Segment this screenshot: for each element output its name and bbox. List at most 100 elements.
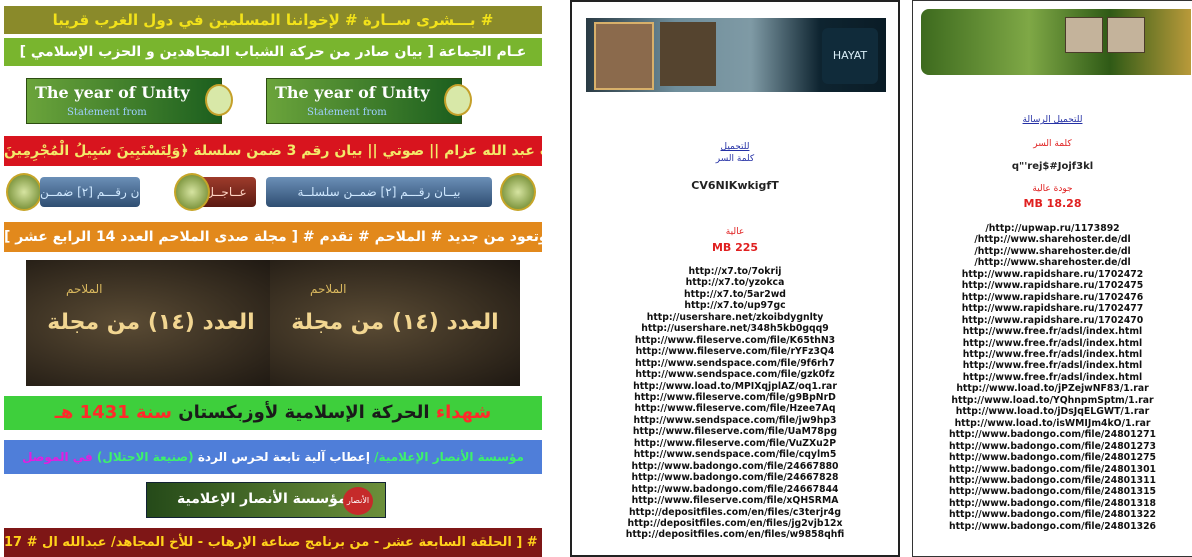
mirror-link[interactable]: http://www.rapidshare.ru/1702475 <box>913 280 1192 291</box>
mirror-link[interactable]: http://www.badongo.com/file/24801301 <box>913 464 1192 475</box>
azzam-statement-banner[interactable]: كتائب عبد الله عزام || صوتي || بيان رقم … <box>4 136 542 166</box>
mirror-link[interactable]: http://www.free.fr/adsl/index.html <box>913 372 1192 383</box>
banner-text: سنة 1431 هـ <box>54 402 172 423</box>
photo-thumbnail <box>660 22 716 86</box>
emblem-icon <box>174 173 210 211</box>
quality-label: عالية <box>725 227 745 237</box>
mirror-link[interactable]: http://depositfiles.com/en/files/w9858qh… <box>572 529 898 540</box>
mirror-link[interactable]: http://www.free.fr/adsl/index.html <box>913 338 1192 349</box>
mirror-link[interactable]: http://www.badongo.com/file/24667880 <box>572 461 898 472</box>
mirror-link[interactable]: /http://www.sharehoster.de/dl <box>913 246 1192 257</box>
martyrs-banner[interactable]: شهداء الحركة الإسلامية لأوزبكستان سنة 14… <box>4 396 542 430</box>
mirror-link[interactable]: http://www.badongo.com/file/24801271 <box>913 429 1192 440</box>
mirror-link[interactable]: http://x7.to/7okrij <box>572 266 898 277</box>
mirror-link[interactable]: http://www.fileserve.com/file/UaM78pg <box>572 426 898 437</box>
mirror-link[interactable]: http://www.fileserve.com/file/VuZXu2P <box>572 438 898 449</box>
banner-text: الحركة الإسلامية لأوزبكستان <box>178 402 430 423</box>
series-pill-right[interactable]: بيــان رقـــم [٢] ضمــن سلسلــة <box>266 177 492 207</box>
mirror-link[interactable]: http://www.free.fr/adsl/index.html <box>913 326 1192 337</box>
mirror-link[interactable]: http://www.fileserve.com/file/Hzee7Aq <box>572 403 898 414</box>
mirror-link[interactable]: /http://www.sharehoster.de/dl <box>913 234 1192 245</box>
magazine-cover-image[interactable]: الملاحم العدد (١٤) من مجلة <box>26 260 276 386</box>
banner-text: بـــشرى ســارة # لإخواننا المسلمين في دو… <box>52 11 494 29</box>
magazine-issue-text: العدد (١٤) من مجلة <box>291 310 499 335</box>
password-value: q"'rej$#Jojf3kl <box>1011 161 1094 172</box>
mirror-link[interactable]: http://www.load.to/YQhnpmSptm/1.rar <box>913 395 1192 406</box>
mirror-link[interactable]: http://www.badongo.com/file/24801311 <box>913 475 1192 486</box>
mirror-link[interactable]: http://www.free.fr/adsl/index.html <box>913 349 1192 360</box>
mirror-link[interactable]: /http://upwap.ru/1173892 <box>913 223 1192 234</box>
mirror-link[interactable]: http://x7.to/yzokca <box>572 277 898 288</box>
mirror-link[interactable]: http://www.load.to/jPZejwNF83/1.rar <box>913 383 1192 394</box>
banner-text: إعطاب آلية تابعة لحرس الردة <box>197 450 370 464</box>
photo-thumbnail <box>1107 17 1145 53</box>
password-label: كلمة السر <box>715 154 755 164</box>
file-size: MB 225 <box>711 241 759 254</box>
mirror-link[interactable]: http://www.rapidshare.ru/1702470 <box>913 315 1192 326</box>
mirror-link[interactable]: http://usershare.net/zkoibdygnlty <box>572 312 898 323</box>
mirror-link[interactable]: http://www.fileserve.com/file/rYFz3Q4 <box>572 346 898 357</box>
download-page-2: للتحميل الرسالة كلمة السر q"'rej$#Jojf3k… <box>912 0 1192 557</box>
magazine-banner[interactable]: وتعود من جديد # الملاحم # تقدم # [ مجلة … <box>4 222 542 252</box>
unity-subtitle: Statement from <box>307 107 387 118</box>
download-link[interactable]: للتحميل <box>572 142 898 152</box>
mirror-link[interactable]: http://www.badongo.com/file/24801326 <box>913 521 1192 532</box>
mirror-link[interactable]: http://www.badongo.com/file/24801275 <box>913 452 1192 463</box>
mirror-link-list: http://x7.to/7okrij http://x7.to/yzokca ht… <box>572 266 898 541</box>
banner-text: (صنيعة الاحتلال) <box>96 450 194 464</box>
unity-statement-image[interactable]: The year of Unity Statement from <box>26 78 222 124</box>
mirror-link[interactable]: http://www.load.to/isWMIJm4kO/1.rar <box>913 418 1192 429</box>
mirror-link[interactable]: http://www.fileserve.com/file/K65thN3 <box>572 335 898 346</box>
photo-thumbnail <box>1065 17 1103 53</box>
mirror-link[interactable]: http://www.fileserve.com/file/xQHSRMA <box>572 495 898 506</box>
unity-statement-image[interactable]: The year of Unity Statement from <box>266 78 462 124</box>
mirror-link[interactable]: /http://www.sharehoster.de/dl <box>913 257 1192 268</box>
mirror-link[interactable]: http://www.sendspace.com/file/gzk0fz <box>572 369 898 380</box>
mirror-link[interactable]: http://www.rapidshare.ru/1702472 <box>913 269 1192 280</box>
mirror-link[interactable]: http://www.badongo.com/file/24667844 <box>572 484 898 495</box>
mirror-link[interactable]: http://www.badongo.com/file/24667828 <box>572 472 898 483</box>
seal-logo: HAYAT <box>822 28 878 84</box>
unity-year-banner[interactable]: عـام الجماعة [ بيان صادر من حركة الشباب … <box>4 38 542 66</box>
fajr-banner[interactable]: 17 # الفجر # يقدم # [ الحلقة السابعة عشر… <box>4 528 542 557</box>
mirror-link[interactable]: http://www.badongo.com/file/24801322 <box>913 509 1192 520</box>
mirror-link[interactable]: http://www.sendspace.com/file/jw9hp3 <box>572 415 898 426</box>
photo-thumbnail <box>594 22 654 90</box>
mirror-link[interactable]: http://www.badongo.com/file/24801273 <box>913 441 1192 452</box>
magazine-issue-text: العدد (١٤) من مجلة <box>47 310 255 335</box>
download-page-1: HAYAT للتحميل كلمة السر CV6NIKwkigfT عال… <box>570 0 900 557</box>
mirror-link[interactable]: http://www.fileserve.com/file/g9BpNrD <box>572 392 898 403</box>
mirror-link[interactable]: http://www.sendspace.com/file/cqylm5 <box>572 449 898 460</box>
mirror-link-list: /http://upwap.ru/1173892/http://www.shar… <box>913 223 1192 532</box>
forum-banner-panel: بـــشرى ســارة # لإخواننا المسلمين في دو… <box>0 0 546 557</box>
quality-label: جودة عالية <box>1032 184 1073 194</box>
mirror-link[interactable]: http://x7.to/5ar2wd <box>572 289 898 300</box>
mirror-link[interactable]: http://usershare.net/348h5kb0gqq9 <box>572 323 898 334</box>
good-news-banner[interactable]: بـــشرى ســارة # لإخواننا المسلمين في دو… <box>4 6 542 34</box>
emblem-icon <box>205 84 233 116</box>
mirror-link[interactable]: http://depositfiles.com/en/files/c3terjr… <box>572 507 898 518</box>
ansar-media-logo[interactable]: مؤسسة الأنصار الإعلامية الأنصار <box>146 482 386 518</box>
mirror-link[interactable]: http://www.sendspace.com/file/9f6rh7 <box>572 358 898 369</box>
password-label: كلمة السر <box>1033 139 1072 149</box>
mirror-link[interactable]: http://x7.to/up97gc <box>572 300 898 311</box>
mirror-link[interactable]: http://www.rapidshare.ru/1702477 <box>913 303 1192 314</box>
series-pill-left[interactable]: بيــان رقـــم [٢] ضمــن <box>40 177 140 207</box>
mirror-link[interactable]: http://www.rapidshare.ru/1702476 <box>913 292 1192 303</box>
unity-title: The year of Unity <box>275 83 430 102</box>
banner-text: وتعود من جديد # الملاحم # تقدم # [ مجلة … <box>4 229 542 245</box>
mirror-link[interactable]: http://www.free.fr/adsl/index.html <box>913 360 1192 371</box>
ansar-media-banner[interactable]: مؤسسة الأنصار الإعلامية/ إعطاب آلية تابع… <box>4 440 542 474</box>
mirror-link[interactable]: http://www.load.to/jDsJqELGWT/1.rar <box>913 406 1192 417</box>
banner-text: عـام الجماعة [ بيان صادر من حركة الشباب … <box>19 44 527 60</box>
download-link[interactable]: للتحميل الرسالة <box>913 115 1192 125</box>
mirror-link[interactable]: http://www.badongo.com/file/24801315 <box>913 486 1192 497</box>
mirror-link[interactable]: http://www.load.to/MPIXqjplAZ/oq1.rar <box>572 381 898 392</box>
banner-text: 17 # الفجر # يقدم # [ الحلقة السابعة عشر… <box>4 535 542 550</box>
banner-text: في الموصل <box>22 450 93 464</box>
mirror-link[interactable]: http://www.badongo.com/file/24801318 <box>913 498 1192 509</box>
magazine-cover-image[interactable]: الملاحم العدد (١٤) من مجلة <box>270 260 520 386</box>
unity-subtitle: Statement from <box>67 107 147 118</box>
mirror-link[interactable]: http://depositfiles.com/en/files/jg2vjb1… <box>572 518 898 529</box>
banner-text: مؤسسة الأنصار الإعلامية/ <box>374 450 524 464</box>
